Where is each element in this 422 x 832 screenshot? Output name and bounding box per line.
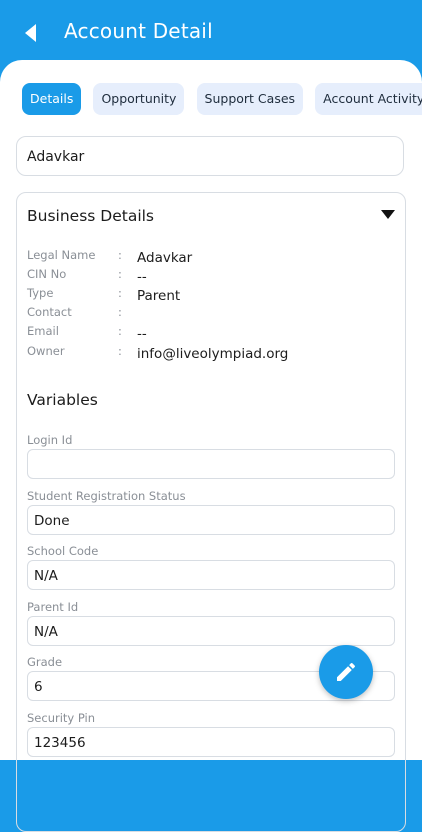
school-code-field[interactable]: N/A [27, 560, 395, 590]
detail-key: Type [27, 286, 54, 300]
tab-bar: Details Opportunity Support Cases Accoun… [22, 83, 422, 115]
detail-sep: : [118, 344, 122, 358]
security-pin-field[interactable]: 123456 [27, 727, 395, 757]
tab-account-activity[interactable]: Account Activity [315, 83, 422, 115]
detail-row-type: Type : Parent [27, 286, 397, 304]
business-details-title: Business Details [27, 207, 155, 225]
login-id-field[interactable] [27, 449, 395, 479]
detail-key: Contact [27, 305, 72, 319]
detail-value: Adavkar [137, 250, 193, 266]
detail-value: info@liveolympiad.org [137, 346, 289, 362]
detail-key: Owner [27, 344, 65, 358]
detail-value: -- [137, 326, 147, 342]
registration-status-field[interactable]: Done [27, 505, 395, 535]
detail-sep: : [118, 267, 122, 281]
parent-id-label: Parent Id [27, 600, 79, 614]
detail-key: Legal Name [27, 248, 96, 262]
parent-id-field[interactable]: N/A [27, 616, 395, 646]
detail-value: Parent [137, 288, 181, 304]
page-title: Account Detail [64, 19, 213, 43]
business-details-card: Business Details Legal Name : Adavkar CI… [16, 192, 406, 832]
detail-row-contact: Contact : [27, 305, 397, 323]
tab-details[interactable]: Details [22, 83, 82, 115]
detail-row-cin-no: CIN No : -- [27, 267, 397, 285]
tab-support-cases[interactable]: Support Cases [196, 83, 304, 115]
detail-value: -- [137, 269, 147, 285]
variables-title: Variables [27, 391, 98, 409]
registration-status-label: Student Registration Status [27, 489, 186, 503]
edit-fab-button[interactable] [319, 645, 373, 699]
detail-sep: : [118, 324, 122, 338]
detail-sep: : [118, 286, 122, 300]
grade-label: Grade [27, 655, 63, 669]
collapse-caret-icon[interactable] [381, 210, 395, 219]
detail-key: CIN No [27, 267, 67, 281]
app-header: Account Detail [0, 0, 422, 66]
tab-opportunity[interactable]: Opportunity [93, 83, 185, 115]
detail-row-legal-name: Legal Name : Adavkar [27, 248, 397, 266]
login-id-label: Login Id [27, 433, 73, 447]
account-name-field: Adavkar [16, 136, 404, 176]
detail-row-email: Email : -- [27, 324, 397, 342]
detail-key: Email [27, 324, 59, 338]
detail-sep: : [118, 248, 122, 262]
school-code-label: School Code [27, 544, 99, 558]
detail-sep: : [118, 305, 122, 319]
back-arrow-icon[interactable] [22, 22, 38, 44]
edit-pencil-icon [337, 662, 356, 681]
security-pin-label: Security Pin [27, 711, 96, 725]
detail-row-owner: Owner : info@liveolympiad.org [27, 344, 397, 362]
